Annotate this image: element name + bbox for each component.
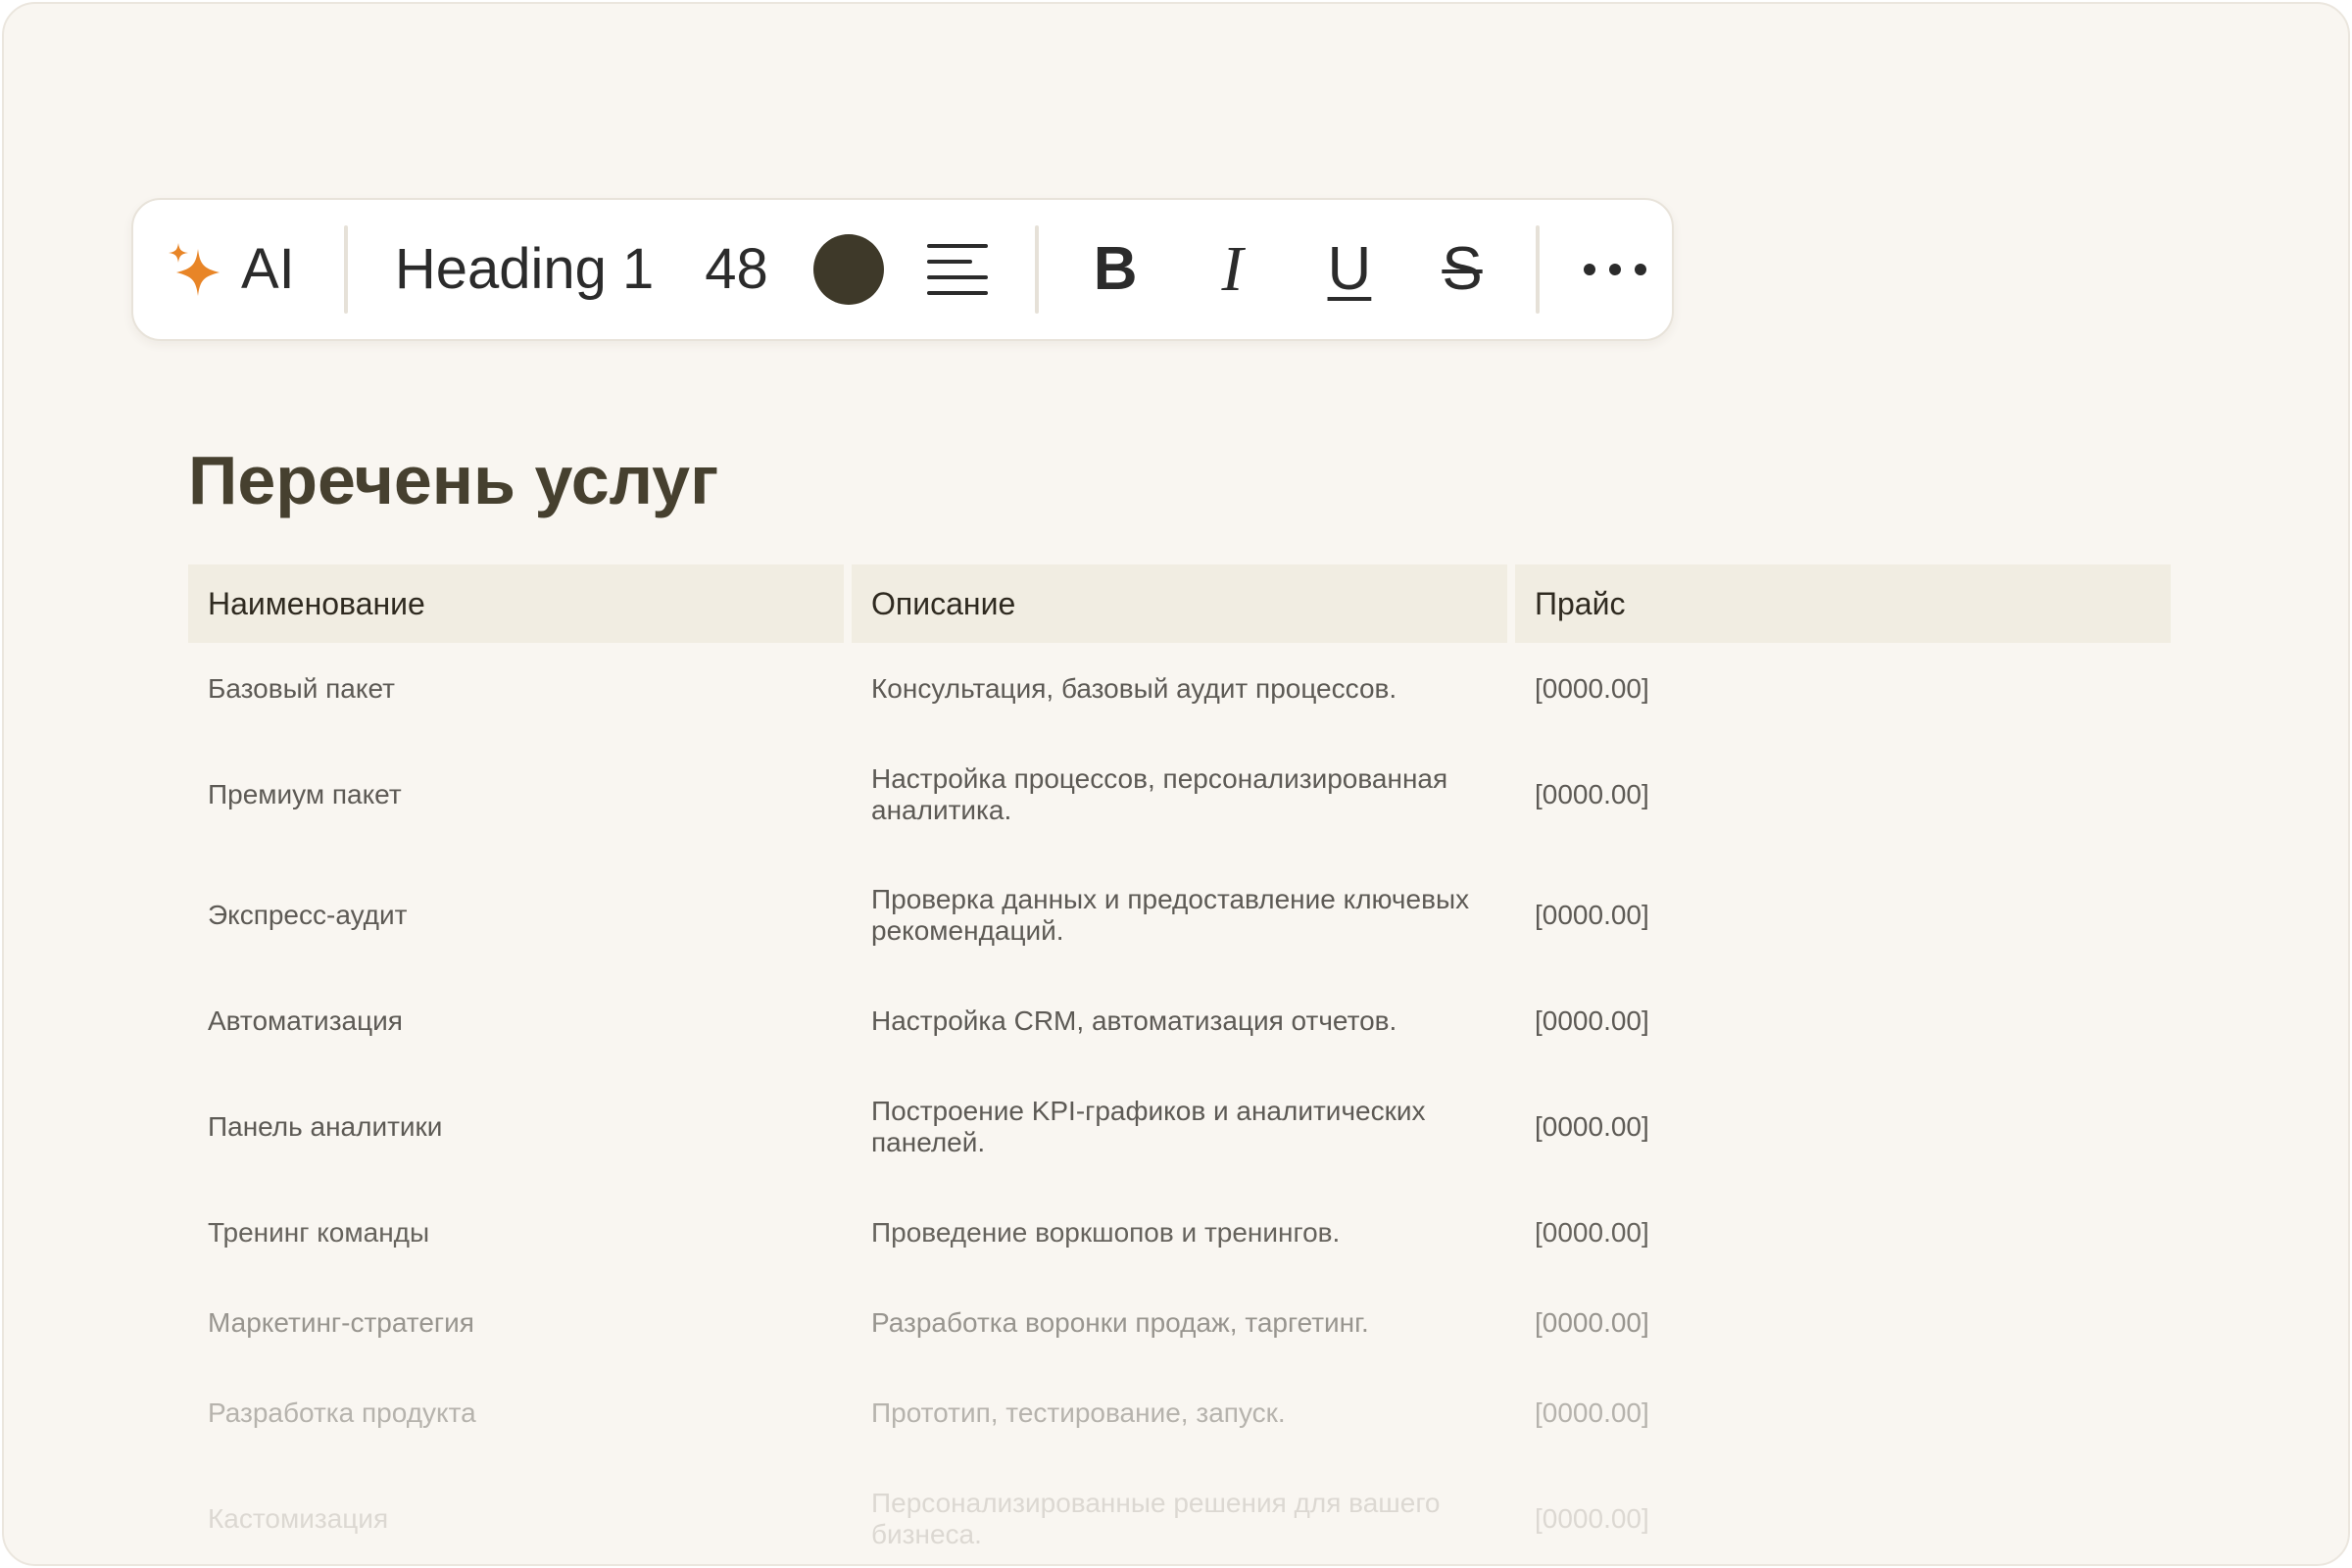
underline-button[interactable]: U xyxy=(1328,239,1372,300)
cell-price[interactable]: [0000.00] xyxy=(1515,779,2171,810)
italic-button[interactable]: I xyxy=(1222,237,1244,302)
align-left-icon xyxy=(926,242,990,297)
formatting-toolbar: AI Heading 1 48 B I U S xyxy=(131,198,1674,341)
table-row: Экспресс-аудит Проверка данных и предост… xyxy=(188,855,2172,976)
more-button[interactable] xyxy=(1583,263,1647,276)
column-header-price[interactable]: Прайс xyxy=(1515,564,2171,643)
column-header-description[interactable]: Описание xyxy=(852,564,1507,643)
table-row: Кастомизация Персонализированные решения… xyxy=(188,1458,2172,1564)
cell-price[interactable]: [0000.00] xyxy=(1515,673,2171,705)
page-title[interactable]: Перечень услуг xyxy=(188,443,718,518)
cell-name[interactable]: Тренинг команды xyxy=(188,1217,852,1249)
cell-description[interactable]: Разработка воронки продаж, таргетинг. xyxy=(852,1307,1515,1339)
cell-name[interactable]: Разработка продукта xyxy=(188,1397,852,1429)
align-button[interactable] xyxy=(926,242,990,297)
sparkle-icon xyxy=(169,243,221,296)
cell-price[interactable]: [0000.00] xyxy=(1515,1503,2171,1535)
column-header-name[interactable]: Наименование xyxy=(188,564,844,643)
cell-description[interactable]: Проведение воркшопов и тренингов. xyxy=(852,1217,1515,1249)
table-row: Маркетинг-стратегия Разработка воронки п… xyxy=(188,1278,2172,1368)
table-row: Тренинг команды Проведение воркшопов и т… xyxy=(188,1188,2172,1278)
table-row: Премиум пакет Настройка процессов, персо… xyxy=(188,735,2172,855)
cell-name[interactable]: Панель аналитики xyxy=(188,1111,852,1143)
cell-price[interactable]: [0000.00] xyxy=(1515,1005,2171,1037)
cell-description[interactable]: Персонализированные решения для вашего б… xyxy=(852,1488,1515,1550)
cell-description[interactable]: Консультация, базовый аудит процессов. xyxy=(852,673,1515,705)
font-size-selector[interactable]: 48 xyxy=(705,241,768,298)
strikethrough-button[interactable]: S xyxy=(1442,239,1482,300)
cell-description[interactable]: Построение KPI-графиков и аналитических … xyxy=(852,1096,1515,1158)
cell-name[interactable]: Маркетинг-стратегия xyxy=(188,1307,852,1339)
bold-button[interactable]: B xyxy=(1094,239,1138,300)
toolbar-divider xyxy=(343,225,348,314)
table-row: Разработка продукта Прототип, тестирован… xyxy=(188,1368,2172,1458)
toolbar-divider xyxy=(1034,225,1039,314)
table-header: Наименование Описание Прайс xyxy=(188,564,2172,643)
cell-name[interactable]: Базовый пакет xyxy=(188,673,852,705)
table-row: Базовый пакет Консультация, базовый ауди… xyxy=(188,643,2172,735)
cell-description[interactable]: Прототип, тестирование, запуск. xyxy=(852,1397,1515,1429)
cell-name[interactable]: Кастомизация xyxy=(188,1503,852,1535)
cell-price[interactable]: [0000.00] xyxy=(1515,1217,2171,1249)
cell-price[interactable]: [0000.00] xyxy=(1515,1397,2171,1429)
table-row: Панель аналитики Построение KPI-графиков… xyxy=(188,1066,2172,1188)
app-window: AI Heading 1 48 B I U S Перечень услуг Н… xyxy=(2,2,2350,1566)
cell-price[interactable]: [0000.00] xyxy=(1515,1111,2171,1143)
ai-label: AI xyxy=(241,237,295,301)
cell-name[interactable]: Премиум пакет xyxy=(188,779,852,810)
cell-name[interactable]: Экспресс-аудит xyxy=(188,900,852,931)
more-horizontal-icon xyxy=(1583,263,1647,276)
ai-button[interactable]: AI xyxy=(169,241,295,298)
toolbar-divider xyxy=(1535,225,1540,314)
cell-description[interactable]: Настройка CRM, автоматизация отчетов. xyxy=(852,1005,1515,1037)
services-table: Наименование Описание Прайс Базовый паке… xyxy=(188,564,2172,1564)
cell-name[interactable]: Автоматизация xyxy=(188,1005,852,1037)
cell-price[interactable]: [0000.00] xyxy=(1515,900,2171,931)
table-row: Автоматизация Настройка CRM, автоматизац… xyxy=(188,976,2172,1066)
cell-description[interactable]: Проверка данных и предоставление ключевы… xyxy=(852,884,1515,947)
text-style-dropdown[interactable]: Heading 1 xyxy=(395,241,654,298)
text-color-picker[interactable] xyxy=(812,234,884,305)
cell-description[interactable]: Настройка процессов, персонализированная… xyxy=(852,763,1515,826)
cell-price[interactable]: [0000.00] xyxy=(1515,1307,2171,1339)
